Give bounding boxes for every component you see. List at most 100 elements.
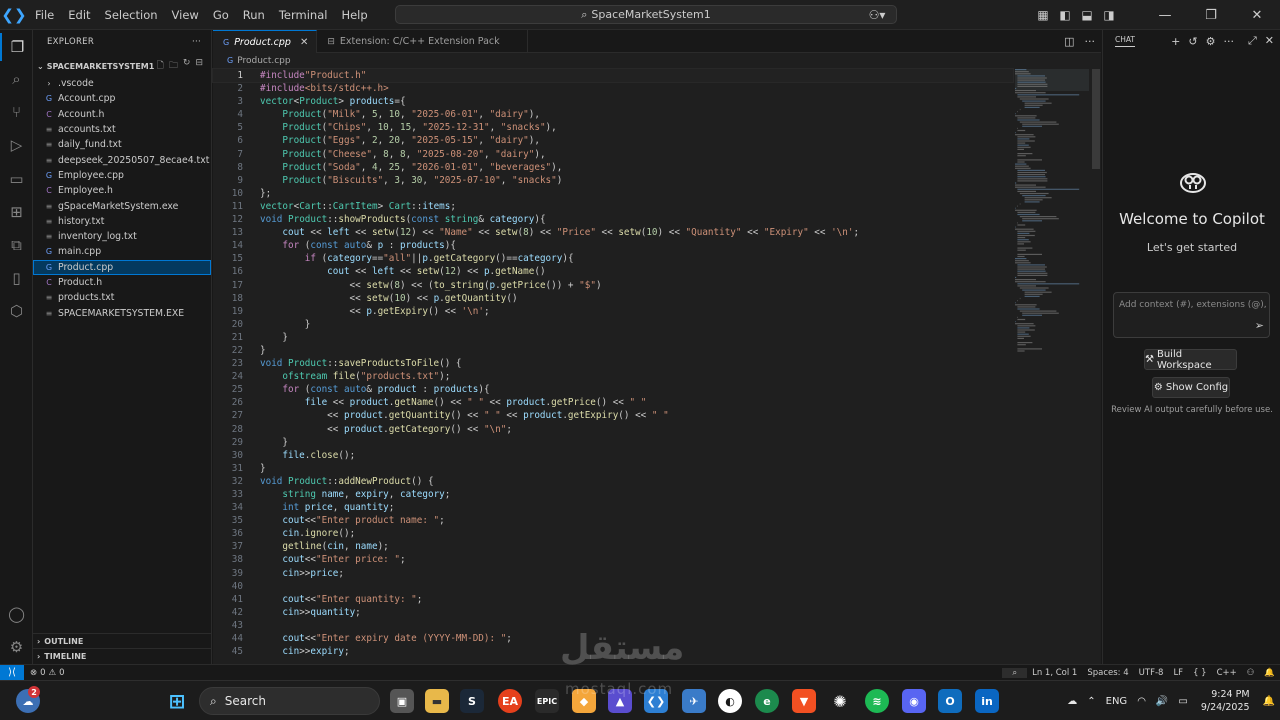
code-line[interactable]: 39 cin>>price; (213, 567, 1013, 580)
split-editor-icon[interactable]: ◫ (1064, 35, 1074, 48)
code-line[interactable]: 6 Product("Eggs", 2, 20, "2025-05-15", "… (213, 134, 1013, 147)
timeline-section[interactable]: › TIMELINE (33, 648, 212, 663)
outlook-icon[interactable]: O (938, 689, 962, 713)
menu-view[interactable]: View (165, 0, 206, 30)
file-item[interactable]: ≡ deepseek_20250507_8ecae4.txt (33, 152, 211, 167)
volume-icon[interactable]: 🔊 (1151, 696, 1173, 707)
code-line[interactable]: 30 file.close(); (213, 449, 1013, 462)
code-line[interactable]: 25 for (const auto& product : products){ (213, 383, 1013, 396)
code-line[interactable]: 13 cout << left << setw(12) << "Name" <<… (213, 226, 1013, 239)
menu-file[interactable]: File (28, 0, 61, 30)
file-item[interactable]: › .vscode (33, 76, 211, 91)
code-line[interactable]: 18 << setw(10) << p.getQuantity() (213, 292, 1013, 305)
code-line[interactable]: 15 if (category=="all"||p.getCategory()=… (213, 252, 1013, 265)
remote-indicator-icon[interactable]: ⟩⟨ (0, 664, 24, 681)
minimap[interactable] (1015, 69, 1089, 369)
code-line[interactable]: 23 void Product::saveProductsToFile() { (213, 357, 1013, 370)
menu-terminal[interactable]: Terminal (272, 0, 335, 30)
code-line[interactable]: 34 int price, quantity; (213, 501, 1013, 514)
chevron-up-icon[interactable]: ⌃ (1082, 696, 1100, 707)
more-actions-icon[interactable]: ··· (192, 37, 201, 47)
code-line[interactable]: 7 Product("Cheese", 8, 8, "2025-08-20", … (213, 148, 1013, 161)
code-line[interactable]: 11 vector<Cart::CartItem> Cart::items; (213, 200, 1013, 213)
code-line[interactable]: 16 cout << left << setw(12) << p.getName… (213, 265, 1013, 278)
build-workspace-button[interactable]: ⚒ Build Workspace (1144, 349, 1237, 371)
command-center[interactable]: ⌕ SpaceMarketSystem1 (395, 5, 897, 24)
code-line[interactable]: 2 #include<bits/stdc++.h> (213, 82, 1013, 95)
code-line[interactable]: 24 ofstream file("products.txt"); (213, 370, 1013, 383)
testing-icon[interactable]: ⧉ (0, 231, 33, 259)
menu-run[interactable]: Run (236, 0, 272, 30)
workspace-folder[interactable]: ⌄ SPACEMARKETSYSTEM1 🗋 🗀 ↻ ⊟ (33, 58, 211, 74)
clock[interactable]: 9:24 PM 9/24/2025 (1193, 688, 1258, 714)
close-tab-icon[interactable]: ✕ (300, 37, 308, 48)
code-line[interactable]: 38 cout<<"Enter price: "; (213, 553, 1013, 566)
menu-go[interactable]: Go (206, 0, 236, 30)
file-item[interactable]: ≡ daily_fund.txt (33, 137, 211, 152)
accounts-icon[interactable]: ◯ (0, 600, 33, 628)
code-line[interactable]: 35 cout<<"Enter product name: "; (213, 514, 1013, 527)
code-line[interactable]: 41 cout<<"Enter quantity: "; (213, 593, 1013, 606)
file-item[interactable]: C Product.h (33, 275, 211, 290)
notification-bell-icon[interactable]: 🔔 (1258, 696, 1280, 707)
history-icon[interactable]: ↺ (1188, 35, 1197, 48)
code-line[interactable]: 32 void Product::addNewProduct() { (213, 475, 1013, 488)
breadcrumb-file[interactable]: Product.cpp (237, 56, 290, 66)
file-item[interactable]: ≡ products.txt (33, 290, 211, 305)
language-indicator[interactable]: ENG (1101, 696, 1133, 707)
show-config-button[interactable]: ⚙ Show Config (1152, 377, 1230, 398)
toggle-panel-icon[interactable]: ⬓ (1076, 8, 1098, 22)
language-mode[interactable]: C++ (1212, 668, 1242, 678)
tab-extension-pack[interactable]: ⊟ Extension: C/C++ Extension Pack (317, 30, 528, 53)
edge-icon[interactable]: e (755, 689, 779, 713)
refresh-icon[interactable]: ↻ (183, 58, 191, 74)
copilot-status-icon[interactable]: ⚇ (1242, 668, 1260, 678)
minimize-icon[interactable]: — (1142, 8, 1188, 23)
onedrive-icon[interactable]: ☁ (1062, 696, 1082, 707)
code-line[interactable]: 36 cin.ignore(); (213, 527, 1013, 540)
file-item[interactable]: ≡ gSpaceMarketSystem.exe (33, 198, 211, 213)
menu-selection[interactable]: Selection (98, 0, 165, 30)
code-line[interactable]: 26 file << product.getName() << " " << p… (213, 396, 1013, 409)
file-item[interactable]: ≡ SPACEMARKETSYSTEM.EXE (33, 305, 211, 320)
code-line[interactable]: 4 Product("Milk", 5, 10, "2025-06-01", "… (213, 108, 1013, 121)
steam-icon[interactable]: S (460, 689, 484, 713)
zoom-icon[interactable]: ⌕ (1002, 667, 1028, 678)
code-line[interactable]: 19 << p.getExpiry() << '\n'; (213, 305, 1013, 318)
code-view[interactable]: 1 #include"Product.h" 2 #include<bits/stdc+… (212, 67, 1014, 658)
toggle-sidebar-icon[interactable]: ◧ (1054, 8, 1076, 22)
new-chat-icon[interactable]: + (1171, 35, 1180, 48)
editor-scrollbar[interactable] (1092, 69, 1100, 169)
file-item[interactable]: G Account.cpp (33, 91, 211, 106)
copilot-menu-icon[interactable]: ⚇▾ (862, 8, 892, 22)
cursor-position[interactable]: Ln 1, Col 1 (1027, 668, 1082, 678)
code-line[interactable]: 8 Product("Soda", 4, 25, "2026-01-01", "… (213, 161, 1013, 174)
code-line[interactable]: 33 string name, expiry, category; (213, 488, 1013, 501)
notebook-icon[interactable]: ▯ (0, 264, 33, 292)
code-line[interactable]: 5 Product("Chips", 10, 15, "2025-12-31",… (213, 121, 1013, 134)
chatgpt-icon[interactable]: ✺ (828, 689, 852, 713)
send-icon[interactable]: ➢ (1255, 319, 1264, 332)
task-view-icon[interactable]: ▣ (390, 689, 414, 713)
settings-gear-icon[interactable]: ⚙ (1206, 35, 1216, 48)
encoding[interactable]: UTF-8 (1134, 668, 1169, 678)
file-item[interactable]: C Account.h (33, 107, 211, 122)
code-line[interactable]: 29 } (213, 436, 1013, 449)
more-actions-icon[interactable]: ··· (1223, 35, 1234, 48)
new-file-icon[interactable]: 🗋 (157, 58, 164, 74)
wifi-icon[interactable]: ◠ (1132, 696, 1151, 707)
indentation[interactable]: Spaces: 4 (1082, 668, 1133, 678)
app-icon[interactable]: ✈ (682, 689, 706, 713)
file-item[interactable]: ≡ history.txt (33, 214, 211, 229)
ea-icon[interactable]: EA (498, 689, 522, 713)
taskbar-search[interactable]: ⌕ Search (199, 687, 380, 715)
code-line[interactable]: 37 getline(cin, name); (213, 540, 1013, 553)
toggle-secondary-sidebar-icon[interactable]: ◨ (1098, 8, 1120, 22)
file-item[interactable]: G Product.cpp (33, 259, 211, 275)
close-icon[interactable]: ✕ (1265, 34, 1274, 48)
code-line[interactable]: 31} (213, 462, 1013, 475)
run-debug-icon[interactable]: ▷ (0, 131, 33, 159)
code-line[interactable]: 42 cin>>quantity; (213, 606, 1013, 619)
code-line[interactable]: 17 << setw(8) << (to_string(p.getPrice()… (213, 279, 1013, 292)
file-explorer-icon[interactable]: ▬ (425, 689, 449, 713)
